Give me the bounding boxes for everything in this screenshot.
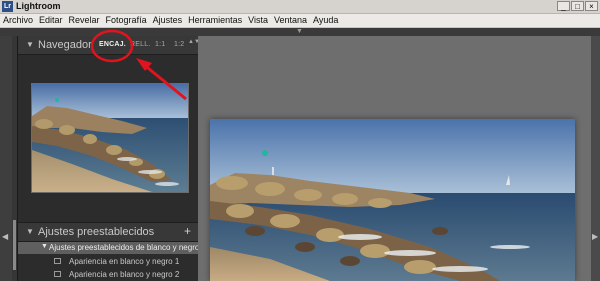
zoom-1-1-option[interactable]: 1:1	[155, 41, 165, 48]
lightroom-app-icon: Lr	[2, 1, 13, 12]
preset-folder-label: Ajustes preestablecidos de blanco y negr…	[49, 243, 200, 252]
add-preset-button[interactable]: +	[184, 224, 191, 238]
beach-thumbnail-image	[32, 84, 188, 192]
close-button[interactable]: ×	[585, 1, 598, 11]
maximize-button[interactable]: □	[571, 1, 584, 11]
left-panel-toggle-icon[interactable]: ◀	[2, 232, 8, 241]
beach-photo-image	[210, 119, 575, 281]
main-image-canvas[interactable]	[198, 36, 591, 281]
navigator-title: Navegador	[38, 39, 92, 51]
preset-item-label: Apariencia en blanco y negro 2	[69, 270, 180, 279]
preset-folder-bw[interactable]: ▼ Ajustes preestablecidos de blanco y ne…	[18, 242, 200, 254]
preset-icon	[54, 258, 61, 264]
menu-revelar[interactable]: Revelar	[66, 14, 103, 27]
window-controls: _ □ ×	[557, 1, 598, 12]
top-panel-toggle-icon[interactable]: ▼	[296, 28, 303, 36]
menu-fotografia[interactable]: Fotografía	[103, 14, 150, 27]
preset-item[interactable]: Apariencia en blanco y negro 1	[18, 255, 198, 268]
left-panel: ▼ Navegador ENCAJ. RELL. 1:1 1:2 ▲▼ ▼ Aj…	[17, 36, 200, 281]
navigator-preview-thumbnail[interactable]	[31, 83, 189, 193]
menu-bar: Archivo Editar Revelar Fotografía Ajuste…	[0, 14, 600, 28]
zoom-fit-option[interactable]: ENCAJ.	[99, 41, 126, 48]
top-panel-toggle-strip[interactable]: ▼	[0, 28, 600, 36]
zoom-1-2-option[interactable]: 1:2	[174, 41, 184, 48]
preset-item-label: Apariencia en blanco y negro 1	[69, 257, 180, 266]
menu-ayuda[interactable]: Ayuda	[310, 14, 341, 27]
folder-expand-triangle-icon[interactable]: ▼	[41, 243, 48, 250]
menu-archivo[interactable]: Archivo	[0, 14, 36, 27]
navigator-header[interactable]: ▼ Navegador ENCAJ. RELL. 1:1 1:2 ▲▼	[18, 36, 200, 55]
preset-icon	[54, 271, 61, 277]
main-photo[interactable]	[210, 119, 575, 281]
right-panel-toggle-icon[interactable]: ▶	[592, 232, 598, 241]
window-title: Lightroom	[16, 1, 61, 11]
right-panel-edge[interactable]: ▶	[591, 36, 600, 281]
collapse-triangle-icon[interactable]: ▼	[26, 40, 34, 49]
menu-ventana[interactable]: Ventana	[271, 14, 310, 27]
presets-header[interactable]: ▼ Ajustes preestablecidos +	[18, 222, 198, 242]
lightroom-window: Lr Lightroom _ □ × Archivo Editar Revela…	[0, 0, 600, 281]
preset-item[interactable]: Apariencia en blanco y negro 2	[18, 268, 198, 281]
menu-editar[interactable]: Editar	[36, 14, 66, 27]
title-bar: Lr Lightroom _ □ ×	[0, 0, 600, 14]
menu-herramientas[interactable]: Herramientas	[185, 14, 245, 27]
menu-vista[interactable]: Vista	[245, 14, 271, 27]
menu-ajustes[interactable]: Ajustes	[150, 14, 186, 27]
left-panel-edge[interactable]: ◀	[0, 36, 12, 281]
zoom-fill-option[interactable]: RELL.	[130, 41, 150, 48]
minimize-button[interactable]: _	[557, 1, 570, 11]
scrollbar-thumb[interactable]	[13, 220, 16, 270]
collapse-triangle-icon[interactable]: ▼	[26, 227, 34, 236]
presets-title: Ajustes preestablecidos	[38, 226, 155, 238]
